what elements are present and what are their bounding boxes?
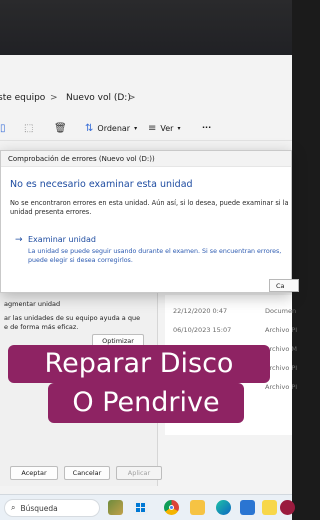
scan-drive-description: La unidad se puede seguir usando durante… <box>28 248 282 264</box>
file-type: Documen <box>265 307 297 315</box>
taskbar: ⌕ Búsqueda <box>0 494 295 520</box>
copy-icon[interactable]: ▯ <box>0 123 6 134</box>
chrome-icon[interactable] <box>164 500 179 515</box>
sort-icon: ⇅ <box>85 123 94 134</box>
command-bar: ▯ ⬚ 🗑 ⇅ Ordenar ▾ ≡ Ver ▾ ··· <box>0 117 292 141</box>
apply-button: Aplicar <box>116 466 162 480</box>
folder-icon[interactable] <box>190 500 205 515</box>
address-bar[interactable]: ste equipo > Nuevo vol (D:) > <box>0 85 292 111</box>
breadcrumb-this-pc[interactable]: ste equipo <box>0 93 45 103</box>
defrag-description-line2: e de forma más eficaz. <box>4 323 79 331</box>
sticky-icon[interactable] <box>262 500 277 515</box>
more-options-button[interactable]: ··· <box>202 123 211 132</box>
taskbar-search[interactable]: ⌕ Búsqueda <box>4 499 100 517</box>
breadcrumb-drive[interactable]: Nuevo vol (D:) <box>66 93 131 103</box>
search-icon: ⌕ <box>11 503 16 512</box>
dialog-heading: No es necesario examinar esta unidad <box>10 179 193 190</box>
view-button[interactable]: ≡ Ver ▾ <box>148 123 180 134</box>
view-icon: ≡ <box>148 123 157 134</box>
caption-line1: Reparar Disco <box>8 345 270 383</box>
share-icon[interactable]: ⬚ <box>24 123 33 134</box>
sort-button[interactable]: ⇅ Ordenar ▾ <box>85 123 137 134</box>
breadcrumb-chevron[interactable]: > <box>128 93 136 103</box>
edge-icon[interactable] <box>216 500 231 515</box>
file-type: Archivo PI <box>265 383 298 391</box>
table-row[interactable]: 22/12/2020 0:47 Documen <box>173 307 296 315</box>
file-date: 06/10/2023 15:07 <box>173 326 232 334</box>
view-label: Ver <box>160 124 174 133</box>
landscape-icon[interactable] <box>108 500 123 515</box>
windows-icon[interactable] <box>133 500 148 515</box>
defrag-title: agmentar unidad <box>4 300 61 308</box>
mail-icon[interactable] <box>240 500 255 515</box>
chevron-down-icon: ▾ <box>177 125 181 132</box>
caption-line2: O Pendrive <box>48 383 244 423</box>
scan-drive-label: Examinar unidad <box>28 235 96 244</box>
file-type: Archivo PI <box>265 326 298 334</box>
error-check-dialog: Comprobación de errores (Nuevo vol (D:))… <box>0 150 299 293</box>
app-a-icon[interactable] <box>280 500 295 515</box>
sort-label: Ordenar <box>97 124 131 133</box>
arrow-right-icon: → <box>15 235 23 245</box>
search-placeholder: Búsqueda <box>20 503 58 513</box>
dialog-cancel-button[interactable]: Ca <box>269 279 299 292</box>
table-row[interactable]: 06/10/2023 15:07 Archivo PI <box>173 326 297 334</box>
breadcrumb-separator: > <box>50 93 58 103</box>
cancel-button[interactable]: Cancelar <box>64 466 110 480</box>
dialog-description: No se encontraron errores en esta unidad… <box>10 199 289 216</box>
file-date: 22/12/2020 0:47 <box>173 307 228 315</box>
accept-button[interactable]: Aceptar <box>10 466 58 480</box>
dialog-title: Comprobación de errores (Nuevo vol (D:)) <box>1 151 291 167</box>
delete-icon[interactable]: 🗑 <box>54 123 67 134</box>
defrag-description-line1: ar las unidades de su equipo ayuda a que <box>4 314 141 322</box>
chevron-down-icon: ▾ <box>134 125 138 132</box>
